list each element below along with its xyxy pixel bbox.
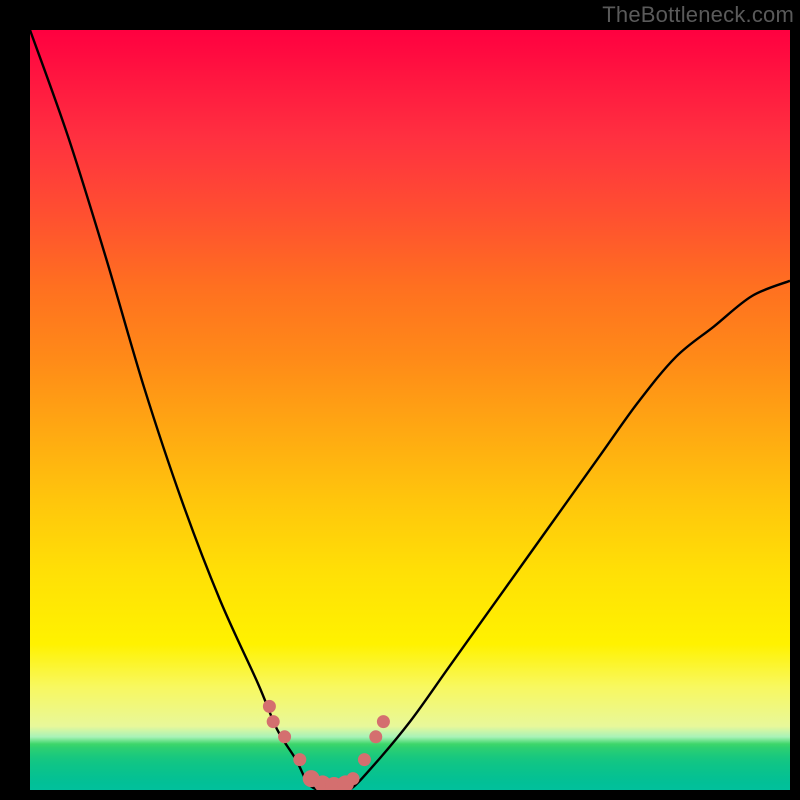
dot-marker — [369, 730, 382, 743]
dot-marker — [347, 772, 360, 785]
dot-markers — [263, 700, 390, 790]
watermark-text: TheBottleneck.com — [602, 2, 794, 28]
dot-marker — [267, 715, 280, 728]
curve-layer — [30, 30, 790, 790]
dot-marker — [293, 753, 306, 766]
bottleneck-curve — [30, 30, 790, 790]
dot-marker — [358, 753, 371, 766]
plot-area — [30, 30, 790, 790]
dot-marker — [278, 730, 291, 743]
dot-marker — [377, 715, 390, 728]
dot-marker — [263, 700, 276, 713]
chart-frame: TheBottleneck.com — [0, 0, 800, 800]
